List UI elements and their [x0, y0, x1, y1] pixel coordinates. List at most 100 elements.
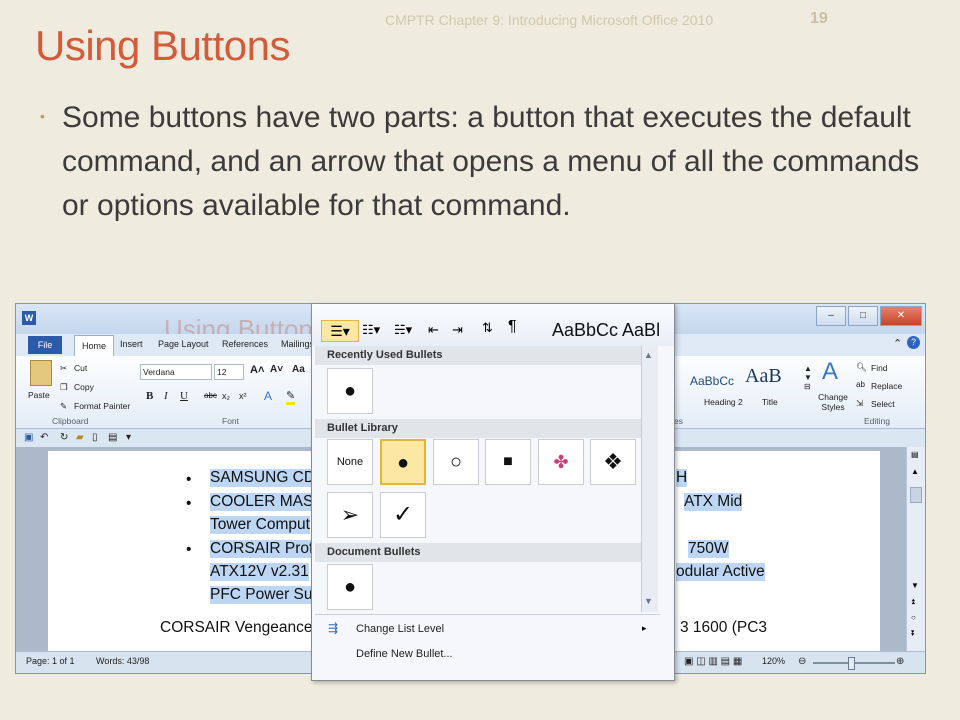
italic-button[interactable]: I	[164, 390, 168, 402]
zoom-level[interactable]: 120%	[762, 656, 785, 666]
change-list-level-item[interactable]: Change List Level	[356, 623, 444, 635]
bullets-button-icon[interactable]: ☰▾	[321, 320, 359, 342]
copy-button[interactable]: Copy	[74, 382, 94, 392]
show-formatting-icon[interactable]: ¶	[508, 318, 517, 336]
doc-line-2: COOLER MAST	[210, 493, 323, 511]
bullet-circle[interactable]: ○	[433, 439, 479, 485]
slide-title: Using Buttons	[35, 22, 290, 69]
text-effects-icon[interactable]: A	[264, 389, 272, 403]
style-heading2-label: Heading 2	[704, 397, 743, 407]
save-icon[interactable]: ▣	[24, 432, 33, 443]
select-button[interactable]: Select	[871, 399, 895, 409]
cut-button[interactable]: Cut	[74, 363, 87, 373]
doc-line-1: SAMSUNG CD	[210, 469, 316, 487]
change-styles-button[interactable]: Change Styles	[816, 392, 850, 412]
zoom-slider[interactable]	[848, 657, 855, 670]
close-button[interactable]: ✕	[880, 306, 922, 326]
find-button[interactable]: Find	[871, 363, 888, 373]
styles-group-label: es	[674, 416, 683, 426]
ribbon-collapse-icon[interactable]: ⌃	[893, 337, 902, 350]
word-count[interactable]: Words: 43/98	[96, 656, 149, 666]
underline-button[interactable]: U	[180, 390, 188, 402]
subscript-button[interactable]: x₂	[222, 391, 230, 401]
replace-button[interactable]: Replace	[871, 381, 902, 391]
grow-font-icon[interactable]: A˄	[250, 364, 264, 376]
recently-used-bullets-header: Recently Used Bullets	[315, 346, 647, 365]
bullet-text: Some buttons have two parts: a button th…	[62, 101, 920, 222]
tab-file[interactable]: File	[28, 336, 62, 354]
undo-icon[interactable]: ↶	[40, 432, 48, 443]
multilevel-list-icon[interactable]: ☵▾	[394, 322, 412, 338]
help-icon[interactable]: ?	[907, 336, 920, 349]
bullet-checkmark[interactable]: ✓	[380, 492, 426, 538]
highlight-icon[interactable]: ✎	[286, 389, 296, 405]
tab-insert[interactable]: Insert	[120, 339, 143, 349]
font-name-select[interactable]: Verdana	[140, 364, 212, 380]
submenu-arrow-icon: ▸	[642, 623, 647, 633]
format-painter-button[interactable]: Format Painter	[74, 401, 130, 411]
view-buttons-icon[interactable]: ▣ ◫ ▥ ▤ ▦	[684, 656, 742, 667]
dropdown-scroll-up-icon: ▲	[644, 350, 653, 360]
define-new-bullet-item[interactable]: Define New Bullet...	[356, 648, 453, 660]
replace-icon: ab	[856, 380, 865, 389]
dropdown-toolbar-strip: ☰▾ ☷▾ ☵▾ ⇤ ⇥ ⇅ ¶ AaBbCc AaBl	[312, 304, 674, 346]
increase-indent-icon[interactable]: ⇥	[452, 322, 463, 338]
dropdown-scrollbar[interactable]: ▲ ▼	[641, 346, 658, 612]
style-title-sample[interactable]: AaB	[745, 365, 782, 388]
tab-home[interactable]: Home	[74, 335, 114, 357]
zoom-in-icon[interactable]: ⊕	[896, 656, 904, 667]
doc-right-3: 750W	[688, 540, 729, 558]
superscript-button[interactable]: x²	[239, 391, 247, 401]
word-logo-icon: W	[22, 311, 36, 325]
doc-line-5: ATX12V v2.31	[210, 563, 309, 581]
tab-page-layout[interactable]: Page Layout	[158, 339, 209, 349]
change-case-icon[interactable]: Aa	[292, 364, 305, 375]
doc-right-4: odular Active	[676, 563, 765, 581]
paste-button[interactable]: Paste	[28, 390, 50, 400]
browse-object-icon: ○	[911, 613, 916, 622]
tab-references[interactable]: References	[222, 339, 268, 349]
document-bullets-header: Document Bullets	[315, 543, 647, 562]
tab-mailings[interactable]: Mailings	[281, 339, 314, 349]
open-icon[interactable]: ▰	[76, 432, 84, 443]
change-styles-icon[interactable]: A	[822, 358, 838, 386]
maximize-button[interactable]: □	[848, 306, 878, 326]
select-icon: ⇲	[856, 398, 864, 408]
doc-line-7: CORSAIR Vengeance	[160, 619, 313, 636]
format-painter-icon: ✎	[60, 401, 68, 411]
page-count[interactable]: Page: 1 of 1	[26, 656, 75, 666]
sort-icon[interactable]: ⇅	[482, 320, 493, 336]
shrink-font-icon[interactable]: A˅	[270, 364, 283, 375]
bullet-arrowhead[interactable]: ➢	[327, 492, 373, 538]
redo-icon[interactable]: ↻	[60, 432, 68, 443]
minimize-button[interactable]: –	[816, 306, 846, 326]
style-title-label: Title	[762, 397, 778, 407]
vertical-scrollbar[interactable]: ▤ ▲ ▼ ⏫︎ ○ ⏬︎	[906, 447, 925, 651]
doc-right-1: H	[676, 469, 688, 487]
recent-bullet-dot[interactable]: ●	[327, 368, 373, 414]
scroll-down-icon: ▼	[911, 581, 919, 590]
paste-icon[interactable]	[30, 360, 52, 386]
style-heading2-sample[interactable]: AaBbCc	[690, 374, 734, 388]
bullet-none[interactable]: None	[327, 439, 373, 485]
zoom-out-icon[interactable]: ⊖	[798, 656, 806, 667]
bullet-four-diamond-color[interactable]: ✤	[538, 439, 584, 485]
bullet-square[interactable]: ■	[485, 439, 531, 485]
numbering-icon[interactable]: ☷▾	[362, 322, 380, 338]
doc-line-6: PFC Power Sup	[210, 586, 322, 604]
customize-qat-icon[interactable]: ▾	[126, 432, 131, 443]
document-bullet-dot[interactable]: ●	[327, 564, 373, 610]
print-icon[interactable]: ▤	[108, 432, 117, 443]
bold-button[interactable]: B	[146, 390, 153, 402]
decrease-indent-icon[interactable]: ⇤	[428, 322, 439, 338]
font-size-select[interactable]: 12	[214, 364, 244, 380]
bullet-four-diamond[interactable]: ❖	[590, 439, 636, 485]
bullet-dot-selected[interactable]: ●	[380, 439, 426, 485]
copy-icon: ❐	[60, 382, 68, 392]
strikethrough-button[interactable]: abc	[204, 391, 217, 400]
previous-page-icon: ⏫︎	[911, 597, 915, 606]
style-normal-sample[interactable]: AaBbCc AaBl	[552, 320, 660, 341]
change-list-level-icon: ⇶	[328, 621, 339, 635]
new-icon[interactable]: ▯	[92, 432, 98, 443]
clipboard-group-label: Clipboard	[52, 416, 89, 426]
